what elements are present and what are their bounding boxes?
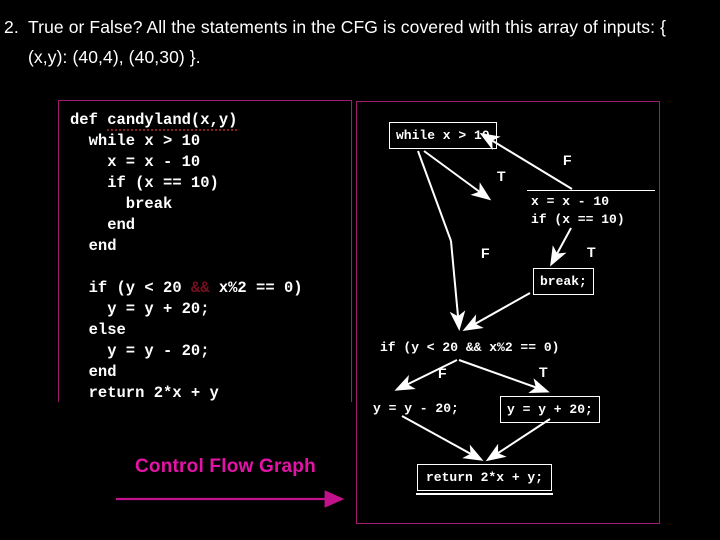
cfg-panel-frame [356,101,660,524]
function-signature-misspelling: candyland(x,y) [107,111,238,131]
edge-label-ifcond-false: F [438,365,447,381]
edge-label-loop-false: F [563,152,572,168]
question-number: 2. [4,17,19,37]
edge-label-ifcond-true: T [539,364,548,380]
cfg-node-x-assign-if: x = x - 10 if (x == 10) [527,190,655,229]
source-code-listing: def candyland(x,y) while x > 10 x = x - … [70,111,303,402]
cfg-node-if-condition: if (y < 20 && x%2 == 0) [380,340,560,355]
cfg-node-return: return 2*x + y; [416,464,553,495]
edge-label-break-true: T [587,244,596,260]
cfg-node-y-plus-20: y = y + 20; [500,396,600,423]
question-block: 2. True or False? All the statements in … [0,12,700,72]
cfg-node-break: break; [533,268,594,295]
question-text: True or False? All the statements in the… [28,17,667,67]
logical-and-operator: && [190,279,210,297]
cfg-node-y-minus-20: y = y - 20; [373,401,459,416]
cfg-pointer-arrow [116,490,345,508]
cfg-label: Control Flow Graph [135,456,316,477]
edge-label-while-false: F [481,245,490,261]
cfg-node-while: while x > 10 [389,122,497,149]
edge-label-while-true: T [497,168,506,184]
code-line-def: def candyland(x,y) [70,111,238,131]
